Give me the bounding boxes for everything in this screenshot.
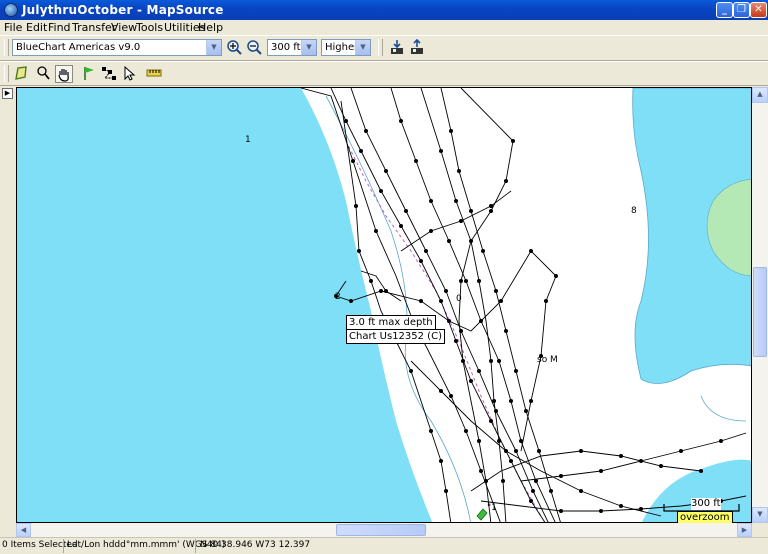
menu-file[interactable]: File [4,21,22,34]
map-product-value: BlueChart Americas v9.0 [16,42,141,53]
menu-transfer[interactable]: Transfer [72,21,116,34]
expand-panel-button[interactable]: ▶ [2,88,13,99]
side-panel-strip: ▶ [0,87,15,523]
scroll-left-button[interactable]: ◀ [16,523,31,537]
deep-water-west [17,88,433,522]
detail-level-select[interactable]: Highest ▼ [321,39,371,56]
close-button[interactable]: ✕ [750,2,767,18]
toolbar-grip[interactable] [378,39,383,56]
zoom-in-button[interactable] [225,39,243,57]
zoom-scale-select[interactable]: 300 ft ▼ [267,39,317,56]
waypoint-tool-button[interactable] [80,65,98,83]
scroll-down-button[interactable]: ▼ [752,507,768,523]
ruler-icon [146,69,162,77]
send-to-device-icon [411,38,423,54]
zoom-scale-value: 300 ft [271,42,301,53]
flag-icon [84,67,94,80]
map-tooltip-depth: 3.0 ft max depth [346,315,436,330]
map-tooltip-chart: Chart Us12352 (C) [346,329,445,344]
depth-label-channel: 0 [456,294,462,304]
route-icon [102,67,116,80]
scale-label: 300 ft [691,498,721,510]
menu-tools[interactable]: Tools [136,21,163,34]
window-title: JulythruOctober - MapSource [22,3,224,17]
hand-tool-icon [58,69,69,82]
cursor-arrow-icon [124,65,136,81]
marker-label: "1 [487,503,497,513]
toolbar-grip[interactable] [4,39,9,56]
depth-label-west: 1 [245,135,251,145]
scroll-right-button[interactable]: ▶ [737,523,752,537]
chevron-down-icon[interactable]: ▼ [355,40,370,55]
chart-canvas[interactable]: 1 8 0 2 so M "1 [17,88,752,523]
menu-view[interactable]: View [111,21,137,34]
green-buoy-marker [476,508,488,521]
route-tool-button[interactable] [100,65,118,83]
depth-contour [700,395,747,422]
waypoint-label: 2 [335,292,341,302]
zoom-out-icon [247,40,262,55]
menu-bar: File Edit Find Transfer View Tools Utili… [0,20,768,34]
main-toolbar: BlueChart Americas v9.0 ▼ 300 ft ▼ Highe… [0,35,768,61]
zoom-tool-button[interactable] [34,65,52,83]
scroll-up-button[interactable]: ▲ [752,87,768,103]
app-icon[interactable] [4,3,18,17]
cursor-coordinates: N40 38.946 W73 12.397 [200,540,311,550]
zoom-out-button[interactable] [245,39,263,57]
map-view[interactable]: 1 8 0 2 so M "1 [16,87,752,523]
distance-tool-button[interactable] [145,65,163,83]
menu-find[interactable]: Find [48,21,71,34]
toolbar-grip[interactable] [4,65,9,82]
menu-edit[interactable]: Edit [26,21,47,34]
selection-tool-button[interactable] [120,65,138,83]
horizontal-scrollbar[interactable]: ◀ ▶ [16,523,752,537]
title-bar: JulythruOctober - MapSource _ ❐ ✕ [0,0,768,20]
scroll-corner [752,523,768,537]
minimize-button[interactable]: _ [716,2,733,18]
hand-tool-button[interactable] [55,65,73,83]
chevron-down-icon[interactable]: ▼ [206,40,221,55]
receive-from-device-icon [391,40,403,54]
vertical-scroll-thumb[interactable] [753,267,767,357]
zoom-tool-icon [37,66,50,80]
vertical-scrollbar[interactable]: ▲ ▼ [752,87,768,523]
aid-label: so M [537,355,558,365]
chevron-down-icon[interactable]: ▼ [301,40,316,55]
horizontal-scroll-thumb[interactable] [336,524,426,536]
status-bar: 0 Items Selected Lat/Lon hddd°mm.mmm' (W… [0,537,768,554]
map-tool-icon [15,66,27,80]
depth-label-east: 8 [631,206,637,216]
zoom-in-icon [227,40,242,55]
map-product-select[interactable]: BlueChart Americas v9.0 ▼ [12,39,222,56]
menu-help[interactable]: Help [198,21,223,34]
tools-toolbar [0,61,768,86]
maximize-button[interactable]: ❐ [733,2,750,18]
status-divider [63,539,64,553]
send-to-device-button[interactable] [408,38,426,57]
map-tool-button[interactable] [12,65,30,83]
status-divider [195,539,196,553]
receive-from-device-button[interactable] [388,39,406,57]
